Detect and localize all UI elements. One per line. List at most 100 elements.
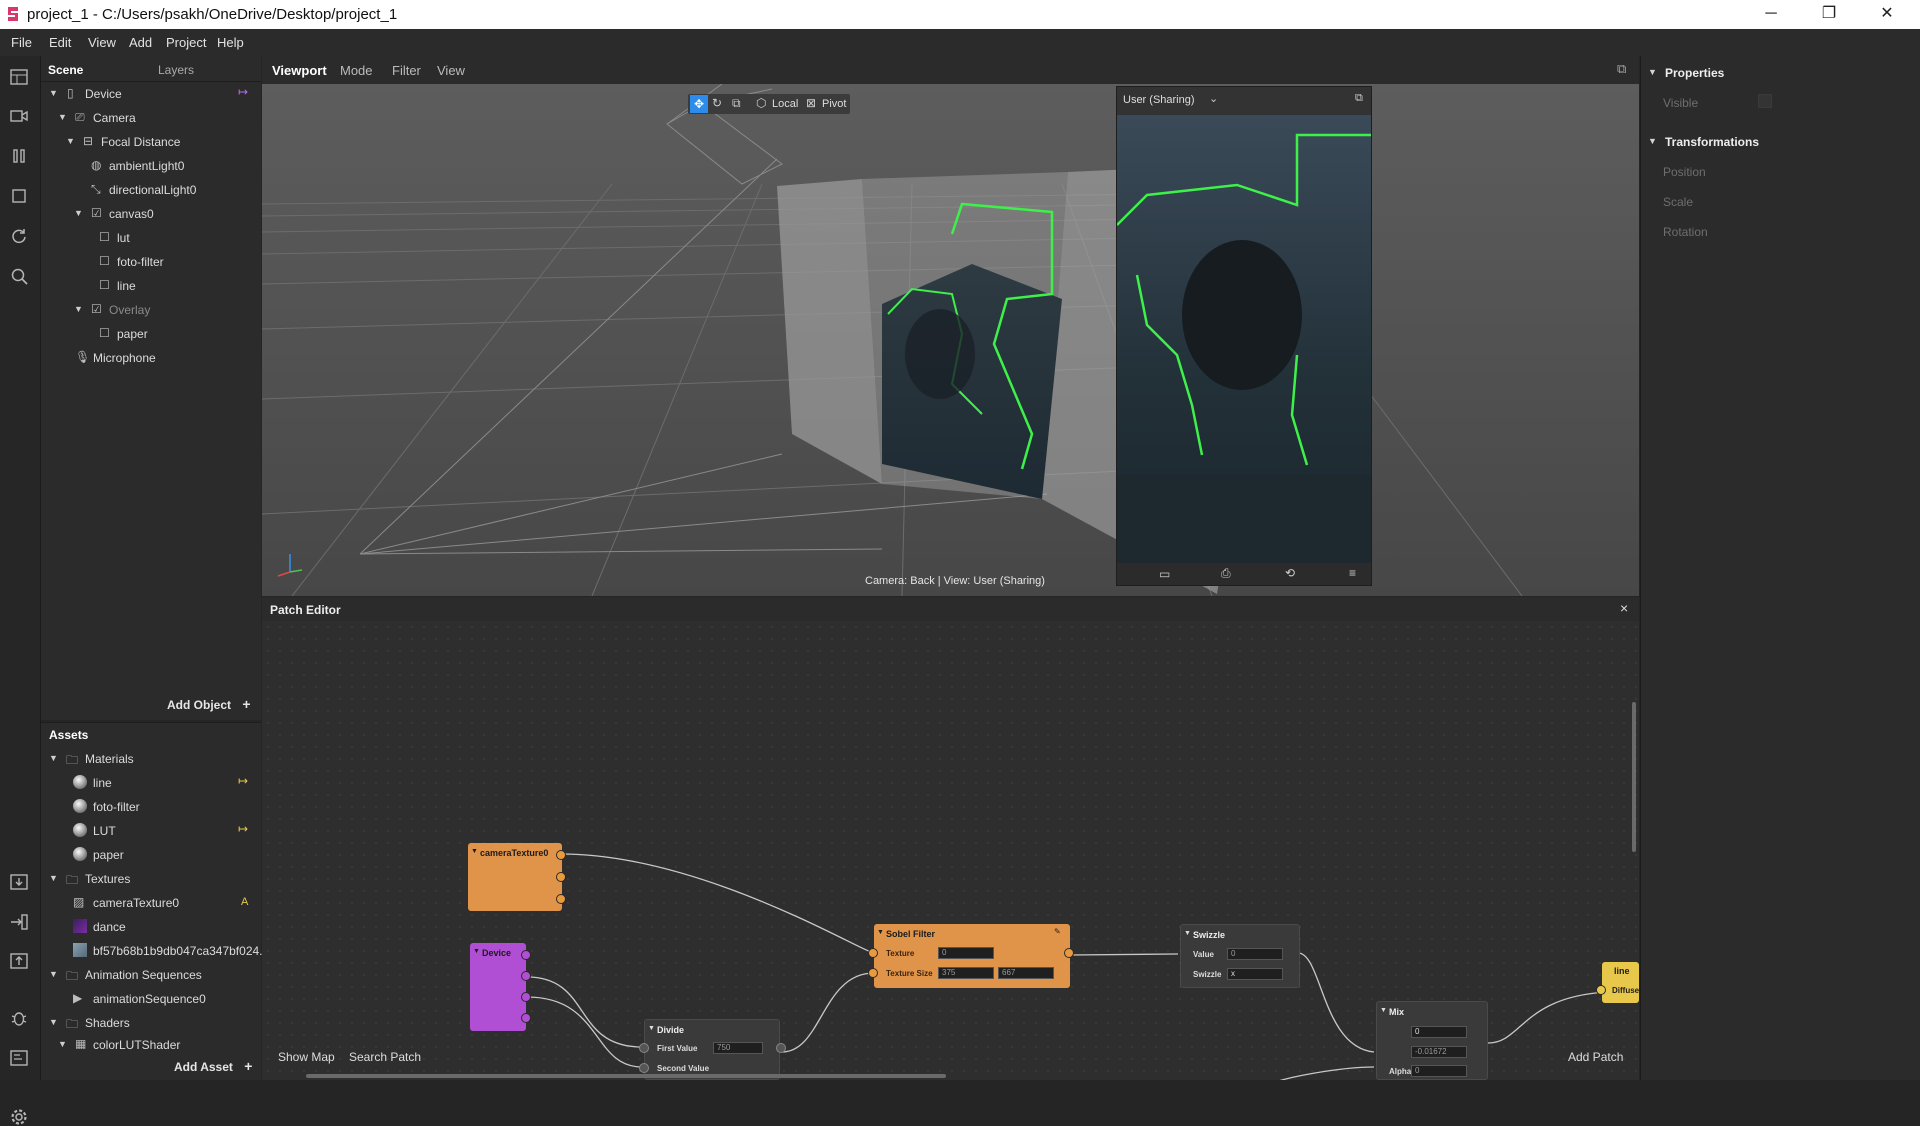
preview-device-select[interactable]: User (Sharing) bbox=[1123, 94, 1195, 106]
stop-icon[interactable] bbox=[11, 188, 27, 204]
move-tool-icon[interactable]: ✥ bbox=[690, 95, 708, 113]
input-port[interactable] bbox=[1596, 985, 1606, 995]
asset-folder-textures[interactable]: ▼ 🗀 Textures bbox=[41, 867, 261, 891]
search-patch-button[interactable]: Search Patch bbox=[349, 1050, 421, 1064]
asset-material-foto-filter[interactable]: foto-filter bbox=[41, 795, 261, 819]
gear-icon[interactable] bbox=[10, 1108, 28, 1126]
first-value-field[interactable]: 750 bbox=[713, 1042, 763, 1054]
collapse-arrow-icon[interactable]: ▼ bbox=[877, 929, 884, 936]
tab-viewport[interactable]: Viewport bbox=[272, 63, 327, 78]
popout-icon[interactable]: ⧉ bbox=[1355, 92, 1363, 105]
output-port[interactable] bbox=[521, 1013, 531, 1023]
asset-material-paper[interactable]: paper bbox=[41, 843, 261, 867]
mix-second-field[interactable]: -0.01672 bbox=[1411, 1046, 1467, 1058]
asset-shader-lut[interactable]: ▼ ▦ colorLUTShader bbox=[41, 1035, 261, 1049]
menu-icon[interactable]: ≡ bbox=[1349, 566, 1356, 580]
link-arrow-icon[interactable]: ↦ bbox=[238, 85, 248, 99]
add-asset-button[interactable]: Add Asset + bbox=[174, 1058, 253, 1074]
tree-item-paper[interactable]: ☐ paper bbox=[41, 322, 261, 346]
node-sobel-filter[interactable]: ▼ Sobel Filter ✎ Texture 0 Texture Size … bbox=[868, 924, 1074, 988]
output-port[interactable] bbox=[776, 1043, 786, 1053]
tree-item-camera[interactable]: ▼ ⎚ Camera bbox=[41, 106, 261, 130]
menu-view[interactable]: View bbox=[88, 35, 116, 50]
asset-animation-sequence[interactable]: ▶ animationSequence0 bbox=[41, 987, 261, 1011]
refresh-icon[interactable] bbox=[10, 227, 28, 245]
show-map-button[interactable]: Show Map bbox=[278, 1050, 335, 1064]
mix-first-field[interactable]: 0 bbox=[1411, 1026, 1467, 1038]
pause-icon[interactable] bbox=[11, 148, 27, 164]
collapse-arrow-icon[interactable]: ▼ bbox=[648, 1025, 655, 1032]
patch-editor[interactable]: Patch Editor × ▼ cameraTexture0 ▼ Device… bbox=[262, 597, 1639, 1080]
video-camera-icon[interactable]: ▭ bbox=[1159, 567, 1170, 581]
tree-item-directional-light[interactable]: ⤡ directionalLight0 bbox=[41, 178, 261, 202]
expand-arrow-icon[interactable]: ▼ bbox=[74, 208, 83, 218]
collapse-arrow-icon[interactable]: ▼ bbox=[473, 948, 480, 955]
asset-material-line[interactable]: line ↦ bbox=[41, 771, 261, 795]
tree-item-canvas[interactable]: ▼ ☑ canvas0 bbox=[41, 202, 261, 226]
expand-arrow-icon[interactable]: ▼ bbox=[1648, 136, 1657, 146]
texture-field[interactable]: 0 bbox=[938, 947, 994, 959]
horizontal-scrollbar[interactable] bbox=[306, 1074, 946, 1078]
output-port[interactable] bbox=[556, 850, 566, 860]
rotate-device-icon[interactable]: ⟲ bbox=[1285, 566, 1295, 580]
menu-edit[interactable]: Edit bbox=[49, 35, 71, 50]
collapse-arrow-icon[interactable]: ▼ bbox=[471, 848, 478, 855]
input-port[interactable] bbox=[868, 968, 878, 978]
tree-item-microphone[interactable]: 🎙︎ Microphone bbox=[41, 346, 261, 370]
tree-item-focal-distance[interactable]: ▼ ⊟ Focal Distance bbox=[41, 130, 261, 154]
chevron-down-icon[interactable]: ⌄ bbox=[1209, 92, 1218, 105]
add-object-button[interactable]: Add Object + bbox=[167, 696, 251, 712]
tab-layers[interactable]: Layers bbox=[158, 63, 194, 77]
input-port[interactable] bbox=[868, 948, 878, 958]
value-field[interactable]: 0 bbox=[1227, 948, 1283, 960]
minimize-button[interactable]: ─ bbox=[1742, 0, 1800, 29]
asset-folder-materials[interactable]: ▼ 🗀 Materials bbox=[41, 747, 261, 771]
menu-help[interactable]: Help bbox=[217, 35, 244, 50]
bug-icon[interactable] bbox=[10, 1009, 28, 1027]
layout-icon[interactable] bbox=[10, 69, 28, 85]
expand-arrow-icon[interactable]: ▼ bbox=[49, 753, 58, 763]
expand-arrow-icon[interactable]: ▼ bbox=[49, 88, 58, 98]
link-arrow-icon[interactable]: ↦ bbox=[238, 822, 248, 836]
menu-add[interactable]: Add bbox=[129, 35, 152, 50]
close-window-button[interactable]: ✕ bbox=[1858, 0, 1916, 29]
search-icon[interactable] bbox=[10, 267, 28, 285]
rotate-tool-icon[interactable]: ↻ bbox=[712, 96, 722, 110]
node-mix[interactable]: ▼ Mix 0 -0.01672 Alpha 0 bbox=[1376, 1001, 1488, 1080]
expand-arrow-icon[interactable]: ▼ bbox=[58, 112, 67, 122]
tree-item-overlay[interactable]: ▼ ☑ Overlay bbox=[41, 298, 261, 322]
link-arrow-icon[interactable]: ↦ bbox=[238, 774, 248, 788]
tree-item-ambient-light[interactable]: ◍ ambientLight0 bbox=[41, 154, 261, 178]
import-icon[interactable] bbox=[10, 874, 28, 890]
expand-arrow-icon[interactable]: ▼ bbox=[1648, 67, 1657, 77]
add-patch-button[interactable]: Add Patch bbox=[1568, 1050, 1623, 1064]
vertical-scrollbar[interactable] bbox=[1632, 702, 1636, 852]
node-camera-texture[interactable]: ▼ cameraTexture0 bbox=[468, 843, 566, 911]
menu-project[interactable]: Project bbox=[166, 35, 206, 50]
expand-arrow-icon[interactable]: ▼ bbox=[49, 873, 58, 883]
input-port[interactable] bbox=[639, 1063, 649, 1073]
tree-item-line[interactable]: ☐ line bbox=[41, 274, 261, 298]
cube-icon[interactable]: ⬡ bbox=[756, 96, 766, 110]
scale-tool-icon[interactable]: ⧉ bbox=[732, 96, 741, 111]
visible-checkbox[interactable] bbox=[1758, 94, 1772, 108]
output-port[interactable] bbox=[556, 872, 566, 882]
texture-width-field[interactable]: 375 bbox=[938, 967, 994, 979]
tree-item-lut[interactable]: ☐ lut bbox=[41, 226, 261, 250]
output-port[interactable] bbox=[521, 971, 531, 981]
console-icon[interactable] bbox=[10, 1050, 28, 1066]
node-divide[interactable]: ▼ Divide First Value 750 Second Value bbox=[639, 1019, 786, 1080]
alpha-field[interactable]: 0 bbox=[1411, 1065, 1467, 1077]
tab-view[interactable]: View bbox=[437, 63, 465, 78]
output-port[interactable] bbox=[521, 950, 531, 960]
output-port[interactable] bbox=[1064, 948, 1074, 958]
send-to-device-icon[interactable] bbox=[10, 914, 28, 930]
screenshot-icon[interactable]: ⎙ bbox=[1221, 566, 1231, 581]
input-port[interactable] bbox=[639, 1043, 649, 1053]
collapse-arrow-icon[interactable]: ▼ bbox=[1184, 930, 1191, 937]
pivot-icon[interactable]: ⊠ bbox=[806, 96, 816, 110]
tree-item-device[interactable]: ▼ ▯ Device ↦ bbox=[41, 82, 261, 106]
edit-pencil-icon[interactable]: ✎ bbox=[1054, 927, 1061, 936]
collapse-arrow-icon[interactable]: ▼ bbox=[1380, 1007, 1387, 1014]
output-port[interactable] bbox=[556, 894, 566, 904]
